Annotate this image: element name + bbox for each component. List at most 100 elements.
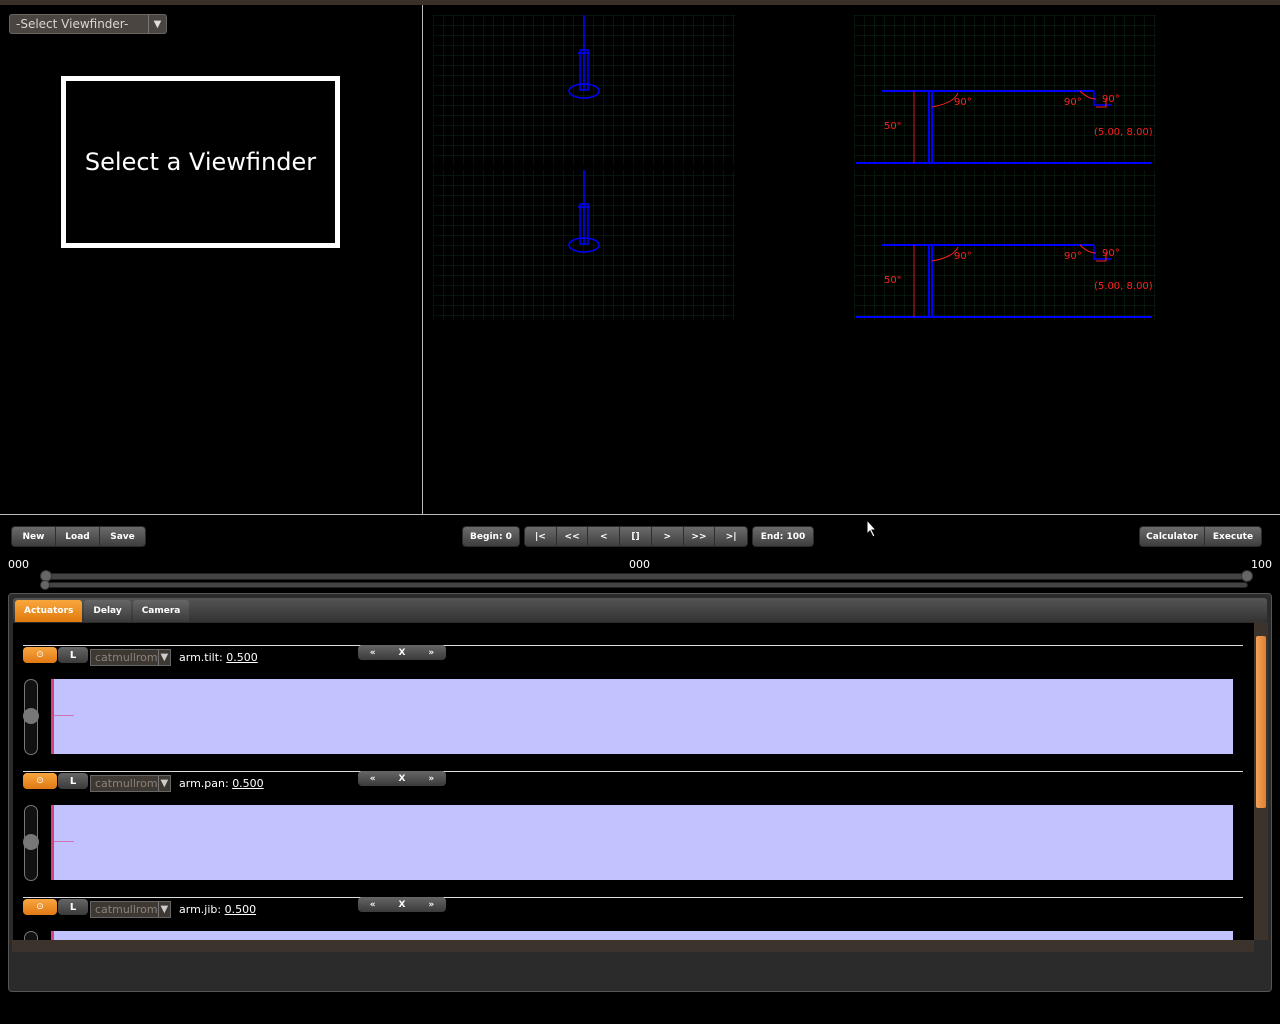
interpolation-select[interactable]: catmullrom ▼: [90, 649, 171, 666]
keyframe-nav: « X »: [358, 771, 446, 786]
viewfinder-placeholder-text: Select a Viewfinder: [84, 148, 317, 176]
tabs-panel: Actuators Delay Camera ⊙ L catmullrom ▼ …: [8, 593, 1272, 992]
rewind-button[interactable]: <<: [557, 527, 589, 546]
go-first-button[interactable]: |<: [525, 527, 557, 546]
vertical-divider: [422, 5, 423, 514]
actuator-label: arm.tilt: 0.500: [179, 651, 258, 664]
actuator-list: ⊙ L catmullrom ▼ arm.tilt: 0.500 « X » ⊙…: [13, 623, 1254, 941]
delete-keyframe-button[interactable]: X: [387, 897, 416, 912]
step-forward-button[interactable]: >: [652, 527, 684, 546]
viewfinder-panel: -Select Viewfinder- ▼ Select a Viewfinde…: [0, 5, 422, 514]
vertical-scrollbar[interactable]: [1254, 622, 1268, 940]
timeline-range-slider[interactable]: [44, 573, 1248, 580]
actuator-value[interactable]: 0.500: [232, 777, 264, 790]
prev-keyframe-button[interactable]: «: [358, 645, 387, 660]
keyframe-nav: « X »: [358, 897, 446, 912]
actuator-label: arm.pan: 0.500: [179, 777, 264, 790]
end-group: End: 100: [752, 526, 814, 547]
file-button-group: New Load Save: [11, 526, 146, 547]
arm-side-diagram: [433, 15, 735, 320]
tab-delay[interactable]: Delay: [84, 600, 131, 622]
interpolation-value: catmullrom: [95, 903, 158, 916]
interpolation-value: catmullrom: [95, 651, 158, 664]
angle-label: 90°: [1064, 97, 1082, 108]
delete-keyframe-button[interactable]: X: [387, 771, 416, 786]
timeline-position-handle[interactable]: [40, 580, 50, 590]
row-separator: [23, 771, 1243, 772]
vertical-scrollbar-thumb[interactable]: [1256, 636, 1266, 808]
enable-toggle[interactable]: ⊙: [23, 647, 57, 663]
timeline-position-slider[interactable]: [44, 582, 1248, 588]
begin-button[interactable]: Begin: 0: [463, 527, 519, 546]
timeline-end-handle[interactable]: [1241, 570, 1253, 582]
actuator-value[interactable]: 0.500: [226, 651, 258, 664]
value-slider-handle[interactable]: [23, 708, 39, 724]
curve-graph[interactable]: [51, 679, 1233, 754]
value-slider[interactable]: [23, 679, 39, 755]
actuator-name: arm.pan:: [179, 777, 229, 790]
load-button[interactable]: Load: [56, 527, 100, 546]
delete-keyframe-button[interactable]: X: [387, 645, 416, 660]
next-keyframe-button[interactable]: »: [417, 771, 446, 786]
timeline-end-label: 100: [1251, 558, 1272, 571]
fast-forward-button[interactable]: >>: [684, 527, 716, 546]
enable-toggle[interactable]: ⊙: [23, 773, 57, 789]
calculator-button[interactable]: Calculator: [1140, 527, 1205, 546]
interpolation-value: catmullrom: [95, 777, 158, 790]
next-keyframe-button[interactable]: »: [417, 897, 446, 912]
prev-keyframe-button[interactable]: «: [358, 771, 387, 786]
actuator-name: arm.tilt:: [179, 651, 223, 664]
horizontal-divider: [0, 514, 1280, 515]
timeline-start-label: 000: [8, 558, 29, 571]
next-keyframe-button[interactable]: »: [417, 645, 446, 660]
angle-label: 90°: [1102, 248, 1120, 259]
execute-button[interactable]: Execute: [1205, 527, 1261, 546]
value-slider[interactable]: [23, 805, 39, 881]
prev-keyframe-button[interactable]: «: [358, 897, 387, 912]
angle-label: 90°: [954, 251, 972, 262]
enable-toggle[interactable]: ⊙: [23, 899, 57, 915]
chevron-down-icon[interactable]: ▼: [157, 776, 170, 791]
viewfinder-placeholder-box: Select a Viewfinder: [61, 76, 340, 248]
row-separator: [23, 645, 1243, 646]
row-separator: [23, 897, 1243, 898]
horizontal-scrollbar[interactable]: [12, 940, 1254, 952]
go-last-button[interactable]: >|: [715, 527, 747, 546]
chevron-down-icon[interactable]: ▼: [157, 902, 170, 917]
viewfinder-select-value: -Select Viewfinder-: [16, 17, 129, 31]
step-back-button[interactable]: <: [588, 527, 621, 546]
tab-camera[interactable]: Camera: [132, 600, 190, 622]
begin-group: Begin: 0: [462, 526, 520, 547]
angle-label: 90°: [1102, 94, 1120, 105]
angle-label: 90°: [1064, 251, 1082, 262]
keyframe-nav: « X »: [358, 645, 446, 660]
height-label: 50": [884, 275, 901, 286]
actuator-label: arm.jib: 0.500: [179, 903, 256, 916]
chevron-down-icon[interactable]: ▼: [148, 15, 166, 33]
transport-group: |< << < [] > >> >|: [524, 526, 748, 547]
value-slider-handle[interactable]: [23, 834, 39, 850]
save-button[interactable]: Save: [100, 527, 145, 546]
actuator-name: arm.jib:: [179, 903, 222, 916]
tab-actuators[interactable]: Actuators: [15, 600, 83, 622]
lock-button[interactable]: L: [58, 899, 88, 915]
interpolation-select[interactable]: catmullrom ▼: [90, 775, 171, 792]
action-button-group: Calculator Execute: [1139, 526, 1262, 547]
viewfinder-select[interactable]: -Select Viewfinder- ▼: [9, 14, 167, 34]
angle-label: 90°: [954, 97, 972, 108]
curve-graph[interactable]: [51, 805, 1233, 880]
lock-button[interactable]: L: [58, 773, 88, 789]
chevron-down-icon[interactable]: ▼: [157, 650, 170, 665]
timeline-center-label: 000: [629, 558, 650, 571]
coord-label: (5.00, 8.00): [1094, 127, 1153, 138]
height-label: 50": [884, 121, 901, 132]
coord-label: (5.00, 8.00): [1094, 281, 1153, 292]
lock-button[interactable]: L: [58, 647, 88, 663]
end-button[interactable]: End: 100: [753, 527, 813, 546]
mouse-cursor-icon: [866, 519, 878, 538]
interpolation-select[interactable]: catmullrom ▼: [90, 901, 171, 918]
tab-bar: Actuators Delay Camera: [13, 598, 1267, 622]
actuator-value[interactable]: 0.500: [225, 903, 257, 916]
new-button[interactable]: New: [12, 527, 56, 546]
stop-button[interactable]: []: [620, 527, 652, 546]
